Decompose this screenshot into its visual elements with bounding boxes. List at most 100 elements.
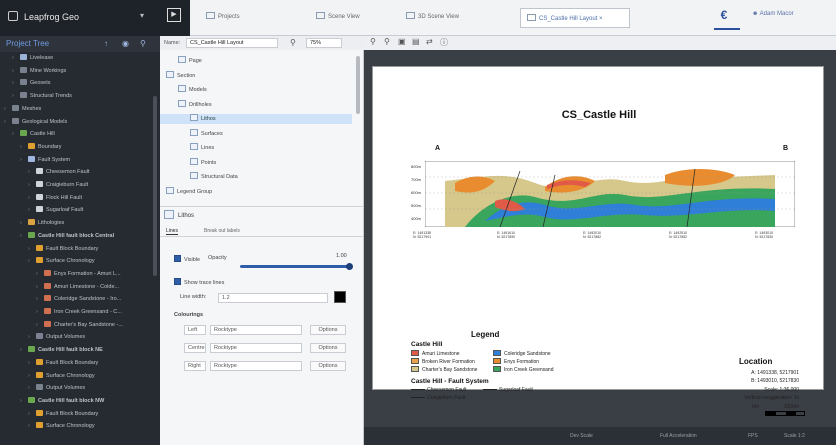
expand-chevron-icon[interactable]: › (36, 309, 44, 315)
colouring-side-select[interactable]: Centre (184, 343, 206, 353)
layout-tree-item[interactable]: Page (160, 56, 352, 66)
expand-chevron-icon[interactable]: › (36, 322, 44, 328)
panel-divider[interactable] (160, 206, 364, 207)
layout-tree-item[interactable]: Lithos (160, 114, 352, 124)
line-width-select[interactable]: 1.2 (218, 293, 328, 303)
expand-chevron-icon[interactable]: › (20, 157, 28, 163)
colouring-value-select[interactable]: Rocktype (210, 361, 302, 371)
tree-item[interactable]: › Craigieburn Fault (0, 181, 88, 191)
colouring-value-select[interactable]: Rocktype (210, 325, 302, 335)
expand-chevron-icon[interactable]: › (20, 144, 28, 150)
layout-tree-item[interactable]: Points (160, 157, 352, 168)
tree-item[interactable]: › Surface Chronology (0, 422, 95, 432)
tab-projects[interactable]: Projects (206, 12, 240, 20)
tree-item[interactable]: › Coleridge Sandstone - Iro... (0, 295, 121, 305)
tree-item[interactable]: › Livelease (0, 54, 53, 64)
help-icon[interactable]: ⓘ (440, 37, 448, 48)
play-icon[interactable]: ▶ (167, 8, 181, 22)
app-brand[interactable]: Leapfrog Geo ▾ ▶ (0, 0, 190, 36)
expand-chevron-icon[interactable]: › (12, 131, 20, 137)
refresh-icon[interactable]: ⇄ (426, 37, 433, 46)
layout-tree-item[interactable]: Drillholes (160, 99, 352, 110)
chevron-down-icon[interactable]: ▾ (140, 11, 144, 20)
layout-tree-item[interactable]: Surfaces (160, 128, 352, 139)
layout-tree-item[interactable]: Structural Data (160, 172, 352, 182)
tree-item[interactable]: › Sugarloaf Fault (0, 206, 83, 216)
tree-item[interactable]: › Cheesemon Fault (0, 168, 89, 178)
search-icon[interactable]: ⚲ (140, 39, 146, 48)
subtab-lines[interactable]: Lines (166, 228, 178, 235)
subtab-break-out-labels[interactable]: Break out labels (204, 228, 240, 234)
zoom-out-icon[interactable]: ⚲ (384, 37, 390, 46)
collapse-up-icon[interactable]: ↑ (104, 39, 108, 48)
tree-item[interactable]: › Geosets (0, 79, 50, 89)
expand-chevron-icon[interactable]: › (20, 233, 28, 239)
status-acceleration[interactable]: Full Acceleration (660, 433, 697, 439)
tree-item[interactable]: › Output Volumes (0, 384, 85, 394)
tree-item[interactable]: › Fault Block Boundary (0, 358, 98, 369)
tree-item[interactable]: › Surface Chronology (0, 257, 95, 267)
tree-item[interactable]: › Geological Models (0, 117, 67, 128)
expand-chevron-icon[interactable]: › (28, 207, 36, 213)
zoom-in-icon[interactable]: ⚲ (370, 37, 376, 46)
tab-3d-scene-view[interactable]: 3D Scene View (406, 12, 459, 20)
tree-item[interactable]: › Enys Formation - Amuri L... (0, 269, 121, 280)
layout-tree-item[interactable]: Section (160, 70, 352, 81)
layout-tree-item[interactable]: Lines (160, 143, 352, 153)
colouring-side-select[interactable]: Right (184, 361, 206, 371)
expand-chevron-icon[interactable]: › (20, 347, 28, 353)
tree-item[interactable]: › Mine Workings (0, 66, 66, 77)
tab-layout[interactable]: CS_Castle Hill Layout × (520, 8, 630, 28)
layout-tree-scrollbar[interactable] (356, 56, 360, 114)
tree-item[interactable]: › Charter's Bay Sandstone -... (0, 320, 123, 331)
colouring-options-button[interactable]: Options (310, 343, 346, 353)
expand-chevron-icon[interactable]: › (28, 195, 36, 201)
tree-item[interactable]: › Castle Hill (0, 130, 55, 140)
user-menu[interactable]: ☻ Adam Macor (752, 11, 794, 17)
expand-chevron-icon[interactable]: › (28, 423, 36, 429)
tree-scrollbar[interactable] (153, 96, 157, 276)
expand-chevron-icon[interactable]: › (28, 258, 36, 264)
expand-chevron-icon[interactable]: › (20, 220, 28, 226)
expand-chevron-icon[interactable]: › (28, 169, 36, 175)
filter-icon[interactable]: ◉ (122, 39, 129, 48)
expand-chevron-icon[interactable]: › (12, 55, 20, 61)
tree-item[interactable]: › Flock Hill Fault (0, 193, 82, 204)
expand-chevron-icon[interactable]: › (28, 182, 36, 188)
expand-chevron-icon[interactable]: › (12, 68, 20, 74)
tree-item[interactable]: › Structural Trends (0, 92, 72, 102)
export-icon[interactable]: ▤ (412, 37, 420, 46)
colouring-side-select[interactable]: Left (184, 325, 206, 335)
expand-chevron-icon[interactable]: › (28, 246, 36, 252)
expand-chevron-icon[interactable]: › (20, 398, 28, 404)
tree-item[interactable]: › Surface Chronology (0, 371, 95, 382)
show-trace-checkbox[interactable]: Show trace lines (174, 278, 224, 286)
line-colour-swatch[interactable] (334, 291, 346, 303)
expand-chevron-icon[interactable]: › (28, 411, 36, 417)
tree-item[interactable]: › Fault Block Boundary (0, 409, 98, 420)
visible-checkbox[interactable]: Visible (174, 255, 200, 263)
colouring-options-button[interactable]: Options (310, 361, 346, 371)
slider-knob[interactable] (346, 263, 353, 270)
tab-scene-view[interactable]: Scene View (316, 12, 360, 20)
tree-item[interactable]: › Amuri Limestone - Colde... (0, 282, 119, 293)
tree-item[interactable]: › Castle Hill fault block NE (0, 346, 103, 356)
tree-item[interactable]: › Meshes (0, 104, 41, 115)
zoom-icon[interactable]: ⚲ (290, 38, 296, 47)
opacity-slider[interactable] (240, 263, 353, 270)
layout-tree-item[interactable]: Models (160, 85, 352, 95)
expand-chevron-icon[interactable]: › (4, 119, 12, 125)
expand-chevron-icon[interactable]: › (28, 360, 36, 366)
layout-name-input[interactable]: CS_Castle Hill Layout (186, 38, 278, 48)
expand-chevron-icon[interactable]: › (12, 93, 20, 99)
expand-chevron-icon[interactable]: › (36, 296, 44, 302)
tree-item[interactable]: › Lithologies (0, 219, 64, 229)
expand-chevron-icon[interactable]: › (28, 373, 36, 379)
zoom-fit-icon[interactable]: ▣ (398, 37, 406, 46)
expand-chevron-icon[interactable]: › (28, 334, 36, 340)
layout-viewport[interactable]: CS_Castle Hill A B 800m 700m 600m 500m 4… (364, 50, 836, 427)
tree-item[interactable]: › Fault Block Boundary (0, 244, 98, 255)
expand-chevron-icon[interactable]: › (12, 80, 20, 86)
colouring-value-select[interactable]: Rocktype (210, 343, 302, 353)
expand-chevron-icon[interactable]: › (28, 385, 36, 391)
